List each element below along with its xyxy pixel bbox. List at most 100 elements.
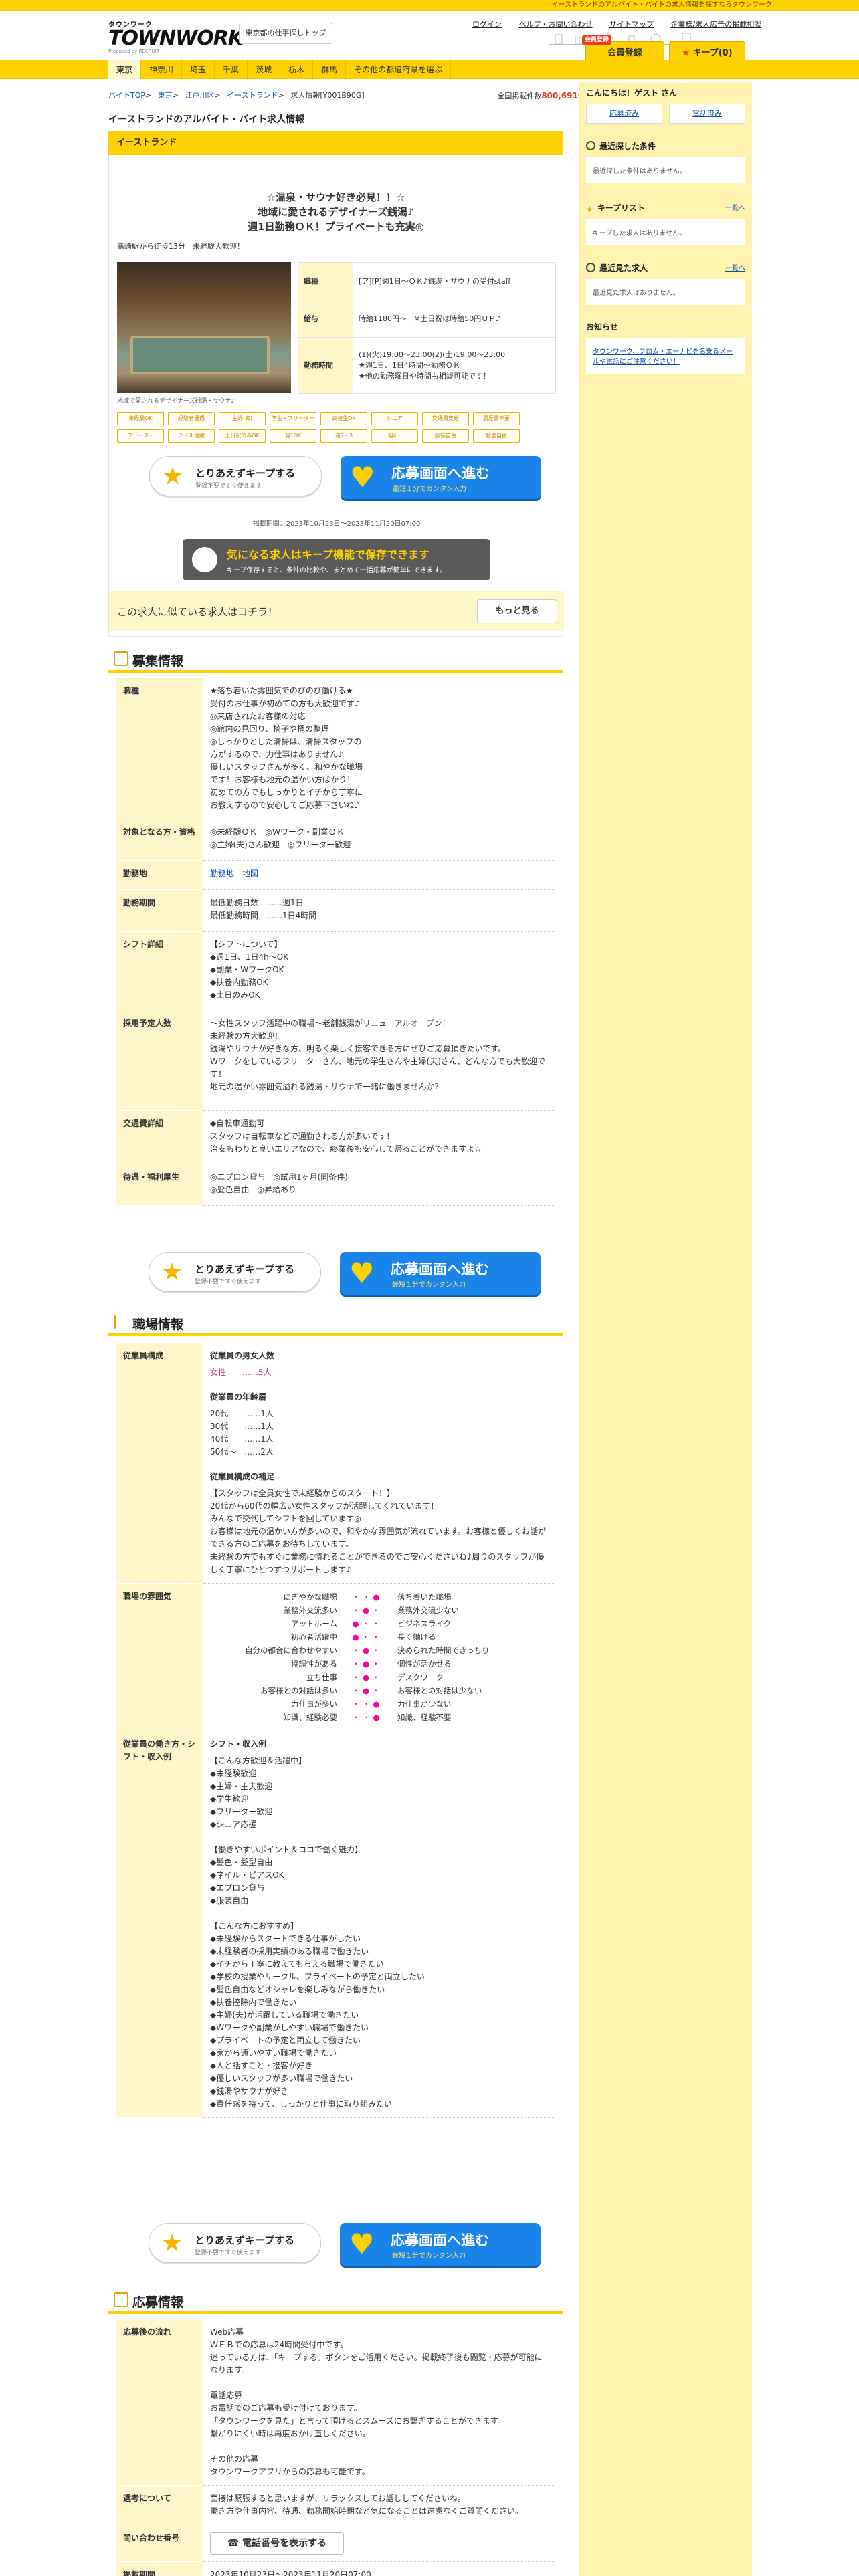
atmosphere-grid: にぎやかな職場 ・・● 落ち着いた職場 業務外交流多い ・●・ 業務外交流少ない アット…: [210, 1590, 549, 1724]
sidebar-greeting-block: こんにちは！ゲスト さん 応募済み 電話済み: [586, 87, 745, 124]
nav-saitama[interactable]: 埼玉: [182, 60, 215, 79]
nav-tokyo[interactable]: 東京: [108, 60, 142, 79]
recent-jobs-link[interactable]: 一覧へ: [725, 262, 745, 272]
notice-link[interactable]: タウンワーク、フロム・エーナビを名乗るメールや電話にご注意ください！: [586, 338, 745, 374]
called-button[interactable]: 電話済み: [669, 104, 745, 124]
gender-count: 女性 ……5人: [210, 1368, 272, 1377]
feature-tag: 週1OK: [270, 429, 316, 443]
similar-more-button[interactable]: もっと見る: [477, 599, 557, 623]
notice-title: お知らせ: [586, 322, 618, 332]
area-top-button[interactable]: 東京都の仕事探しトップ: [239, 23, 332, 44]
feature-tag: 服装自由: [422, 429, 469, 443]
atm-scale: ・・●: [352, 1699, 383, 1709]
keep-banner-sub: キープ保存すると、条件の比較や、まとめて一括応募が簡単にできます。: [227, 567, 446, 574]
keep-button-label: とりあえずキープする: [195, 467, 296, 479]
job-photo: [117, 262, 291, 393]
apply-value: 2023年10月23日～2023年11月20日07:00: [203, 2561, 555, 2576]
recruit-value: 勤務地 地図: [203, 860, 555, 890]
nav-tochigi[interactable]: 栃木: [280, 60, 314, 79]
keep-button[interactable]: ★ とりあえずキープする 登録不要ですぐ使えます: [149, 456, 322, 496]
breadcrumb-item[interactable]: 東京: [158, 91, 173, 100]
feature-tag: 週2・3: [320, 429, 367, 443]
job-headline: ☆温泉・サウナ好き必見！！☆ 地域に愛されるデザイナーズ銭湯♪ 週1日勤務ＯＫ！…: [248, 191, 424, 233]
keep-list-block: ★ キープリスト 一覧へ キープした求人はありません。: [586, 202, 745, 245]
help-link[interactable]: ヘルプ・お問い合わせ: [519, 20, 593, 29]
breadcrumb-item[interactable]: イーストランド: [227, 91, 278, 100]
apply-value: Web応募 ＷＥＢでの応募は24時間受付中です。 迷っている方は、「キープする」…: [203, 2319, 555, 2486]
apply-button[interactable]: ♥ 応募画面へ進む 最短１分でカンタン入力: [341, 456, 541, 499]
apply-button[interactable]: ♥ 応募画面へ進む 最短１分でカンタン入力: [340, 2223, 541, 2266]
atm-left: 業務外交流多い: [283, 1606, 338, 1615]
keep-feature-banner[interactable]: 気になる求人はキープ機能で保存できます キープ保存すると、条件の比較や、まとめて…: [183, 539, 490, 580]
apply-button-sub: 最短１分でカンタン入力: [392, 2252, 466, 2260]
heart-icon: ♥: [349, 2228, 375, 2260]
publish-period: 掲載期間：2023年10月23日～2023年11月20日07:00: [252, 520, 421, 528]
business-link[interactable]: 企業様/求人広告の掲載相談: [671, 20, 762, 29]
logo-main-text: TOWNWORK: [108, 27, 244, 50]
job-summary-box: ☆温泉・サウナ好き必見！！☆ 地域に愛されるデザイナーズ銭湯♪ 週1日勤務ＯＫ！…: [108, 155, 564, 637]
register-label: 会員登録: [607, 48, 642, 58]
summary-value: [ア][P]週1日～ＯＫ♪銭湯・サウナの受付staff: [353, 262, 556, 300]
nav-gunma[interactable]: 群馬: [313, 60, 347, 79]
site-header: タウンワーク TOWNWORK Produced by RECRUIT 東京都の…: [0, 11, 859, 66]
show-phone-button[interactable]: ☎ 電話番号を表示する: [210, 2532, 344, 2555]
sitemap-link[interactable]: サイトマップ: [609, 20, 654, 29]
age-title: 従業員の年齢層: [210, 1392, 267, 1402]
nav-kanagawa[interactable]: 神奈川: [141, 60, 183, 79]
recruit-section-title: 募集情報: [132, 654, 184, 669]
recruit-value: ～女性スタッフ活躍中の職場～老舗銭湯がリニューアルオープン！ 未経験の方大歓迎！…: [203, 1010, 555, 1111]
feature-tag: 土日祝のみOK: [219, 429, 266, 443]
keep-list-link[interactable]: 一覧へ: [725, 202, 745, 212]
atm-scale: ・●・: [352, 1646, 383, 1655]
atm-right: 落ち着いた職場: [397, 1592, 452, 1602]
apply-button-label: 応募画面へ進む: [391, 465, 490, 481]
keep-button-sub: 登録不要ですぐ使えます: [195, 1279, 262, 1285]
atm-right: 個性が活かせる: [397, 1659, 452, 1669]
feature-tags: 未経験OK 経験者優遇 主婦(夫) 学生・フリーター 高校生OK シニア 交通費支給 履歴書不…: [117, 412, 556, 443]
action-buttons: ★ とりあえずキープする 登録不要ですぐ使えます ♥ 応募画面へ進む 最短１分でカンタン…: [149, 1252, 541, 1295]
keep-button[interactable]: ★ とりあえずキープする 登録不要ですぐ使えます: [149, 1252, 321, 1292]
work-style-title: シフト・収入例: [210, 1739, 267, 1749]
summary-value: (1)(火)19:00～23:00(2)(土)19:00～23:00 ★週1日、…: [353, 337, 556, 394]
breadcrumb-item[interactable]: 江戸川区: [185, 91, 214, 100]
nav-chiba[interactable]: 千葉: [215, 60, 248, 79]
login-link[interactable]: ログイン: [472, 20, 502, 29]
atm-left: にぎやかな職場: [283, 1592, 338, 1602]
recruit-section: 募集情報 職種 ★落ち着いた雰囲気でのびのび働ける★ 受付のお仕事が初めての方も大…: [108, 637, 563, 1305]
action-buttons: ★ とりあえずキープする 登録不要ですぐ使えます ♥ 応募画面へ進む 最短１分でカンタン…: [149, 2223, 541, 2266]
atm-scale: ・・●: [352, 1592, 383, 1602]
feature-tag: 髪型自由: [473, 429, 520, 443]
atm-left: お客様との対話は多い: [260, 1686, 337, 1695]
townwork-logo[interactable]: タウンワーク TOWNWORK Produced by RECRUIT: [108, 19, 244, 54]
feature-tag: シニア: [371, 412, 418, 425]
greeting-text: こんにちは！ゲスト さん: [586, 88, 678, 98]
keep-button-sub: 登録不要ですぐ使えます: [195, 483, 262, 490]
nav-ibaraki[interactable]: 茨城: [248, 60, 281, 79]
feature-tag: 週4・: [371, 429, 418, 443]
workplace-label: 職場の雰囲気: [116, 1583, 203, 1731]
recruit-value: ◆自転車通勤可 スタッフは自転車などで通勤される方が多いです！ 治安もわりと良い…: [203, 1110, 555, 1164]
atm-right: 長く働ける: [397, 1632, 436, 1642]
recruit-label: 勤務地: [116, 860, 203, 890]
apply-button[interactable]: ♥ 応募画面へ進む 最短１分でカンタン入力: [340, 1252, 541, 1295]
recruit-value: ★落ち着いた雰囲気でのびのび働ける★ 受付のお仕事が初めての方も大歓迎です♪ ◎…: [203, 678, 555, 819]
breadcrumb-current: 求人情報[Y001B90G]: [290, 91, 365, 100]
breadcrumb-item[interactable]: バイトTOP: [108, 91, 145, 100]
recruit-label: 待遇・福利厚生: [116, 1164, 203, 1206]
star-icon: ★: [161, 2230, 183, 2257]
recruit-value: ◎エプロン貸与 ◎試用1ヶ月(同条件) ◎髪色自由 ◎昇給あり: [203, 1164, 555, 1206]
apply-button-sub: 最短１分でカンタン入力: [393, 486, 466, 493]
show-phone-label: 電話番号を表示する: [242, 2538, 327, 2549]
atm-right: 知識、経験不要: [397, 1713, 452, 1722]
recent-jobs-title: 最近見た求人: [599, 263, 648, 273]
apply-label: 掲載期間: [116, 2561, 203, 2576]
nav-other-prefectures[interactable]: その他の都道府県を選ぶ: [346, 60, 452, 79]
atm-right: ビジネスライク: [397, 1619, 452, 1628]
company-name-bar: イーストランド: [108, 131, 563, 155]
staff-composition: 従業員の男女人数 女性 ……5人 従業員の年齢層 20代 ……1人 30代 ………: [203, 1343, 555, 1584]
keep-button[interactable]: ★ とりあえずキープする 登録不要ですぐ使えます: [149, 2223, 321, 2263]
recent-jobs-block: 最近見た求人 一覧へ 最近見た求人はありません。: [586, 262, 745, 305]
atm-left: アットホーム: [291, 1619, 337, 1628]
recent-jobs-empty: 最近見た求人はありません。: [586, 279, 745, 305]
applied-button[interactable]: 応募済み: [586, 104, 662, 124]
